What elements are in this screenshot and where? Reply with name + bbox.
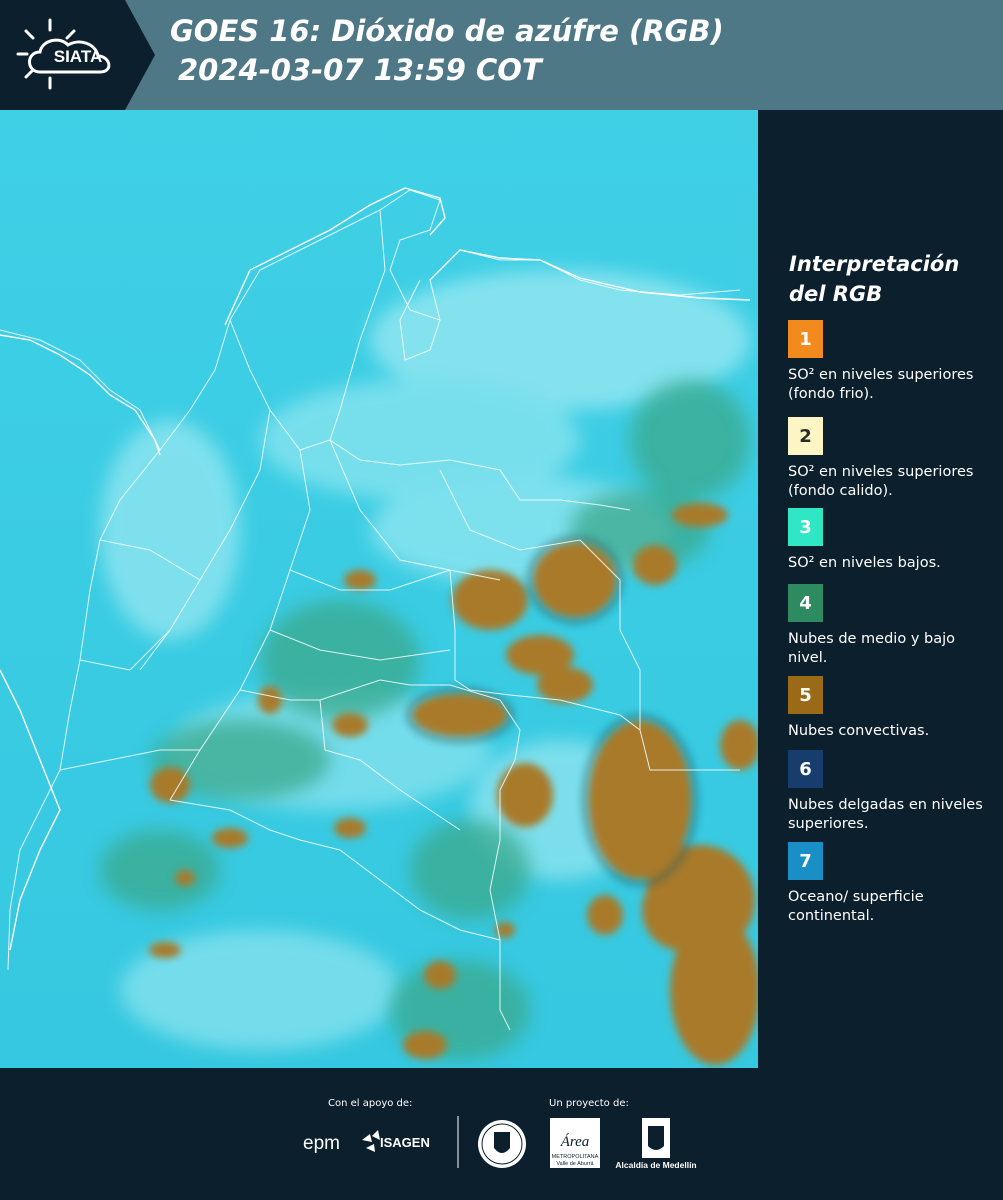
satellite-map: [0, 110, 760, 1068]
page-timestamp: 2024-03-07 13:59 COT: [178, 53, 542, 87]
area-logo-sub2: Valle de Aburrá: [556, 1161, 594, 1167]
legend-swatch: 7: [788, 842, 823, 880]
area-metropolitana-logo: Área METROPOLITANA Valle de Aburrá: [550, 1118, 600, 1168]
area-logo-name: Área: [560, 1133, 590, 1150]
legend-label: Nubes convectivas.: [788, 723, 930, 739]
legend-swatch: 3: [788, 508, 823, 546]
isagen-logo: ISAGEN: [380, 1135, 430, 1150]
legend-swatch: 6: [788, 750, 823, 788]
header-bar: SIATA GOES 16: Dióxido de azúfre (RGB) 2…: [0, 0, 1003, 110]
alcaldia-logo: Alcaldía de Medellín: [615, 1160, 696, 1170]
epm-logo: epm: [303, 1133, 340, 1154]
legend-label: SO² en niveles superiores (fondo frio).: [788, 367, 974, 402]
legend-swatch: 4: [788, 584, 823, 622]
legend-label: Oceano/ superficie continental.: [788, 889, 924, 924]
area-logo-sub1: METROPOLITANA: [552, 1154, 599, 1160]
legend-title-line2: del RGB: [789, 282, 883, 306]
logo-text: SIATA: [54, 47, 102, 66]
legend-label: Nubes delgadas en niveles superiores.: [788, 797, 983, 832]
legend-label: SO² en niveles superiores (fondo calido)…: [788, 464, 974, 499]
alcaldia-shield-icon: [642, 1118, 670, 1158]
legend-swatch: 1: [788, 320, 823, 358]
legend-swatch: 5: [788, 676, 823, 714]
medellin-seal-icon: [478, 1120, 526, 1168]
siata-logo-panel: SIATA: [0, 0, 155, 110]
legend-swatch: 2: [788, 417, 823, 455]
isagen-logo-icon: [362, 1130, 380, 1152]
legend-title: Interpretación del RGB: [789, 249, 989, 309]
page-title: GOES 16: Dióxido de azúfre (RGB): [170, 14, 724, 48]
footer: Con el apoyo de: Un proyecto de: epm ISA…: [0, 1068, 1003, 1200]
legend-label: Nubes de medio y bajo nivel.: [788, 631, 955, 666]
legend-title-line1: Interpretación: [789, 252, 960, 276]
legend-label: SO² en niveles bajos.: [788, 555, 941, 571]
legend-panel: Interpretación del RGB 1 SO² en niveles …: [760, 110, 1003, 1068]
